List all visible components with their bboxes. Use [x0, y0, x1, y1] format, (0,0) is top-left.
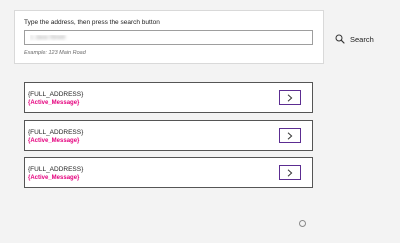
loading-spinner-icon	[299, 220, 306, 227]
address-input[interactable]	[24, 30, 313, 45]
magnifier-icon	[335, 34, 345, 44]
search-button-label: Search	[350, 34, 374, 44]
result-open-button[interactable]	[279, 127, 301, 143]
result-card[interactable]: {FULL_ADDRESS} {Active_Message}	[24, 119, 313, 151]
results-list: {FULL_ADDRESS} {Active_Message} {FULL_AD…	[24, 82, 313, 195]
chevron-right-icon	[287, 128, 293, 143]
result-address: {FULL_ADDRESS}	[28, 91, 84, 98]
result-card[interactable]: {FULL_ADDRESS} {Active_Message}	[24, 82, 313, 113]
address-example: Example: 123 Main Road	[24, 50, 86, 56]
result-open-button[interactable]	[279, 165, 301, 180]
result-message: {Active_Message}	[28, 175, 80, 181]
result-message: {Active_Message}	[28, 137, 80, 144]
chevron-right-icon	[287, 165, 293, 180]
result-card[interactable]: {FULL_ADDRESS} {Active_Message}	[24, 157, 313, 188]
search-panel: Type the address, then press the search …	[14, 10, 324, 64]
result-address: {FULL_ADDRESS}	[28, 128, 84, 136]
search-prompt: Type the address, then press the search …	[24, 19, 160, 26]
chevron-right-icon	[287, 90, 293, 105]
result-open-button[interactable]	[279, 90, 301, 105]
result-address: {FULL_ADDRESS}	[28, 166, 84, 173]
search-button[interactable]: Search	[335, 32, 374, 46]
result-message: {Active_Message}	[28, 100, 80, 106]
